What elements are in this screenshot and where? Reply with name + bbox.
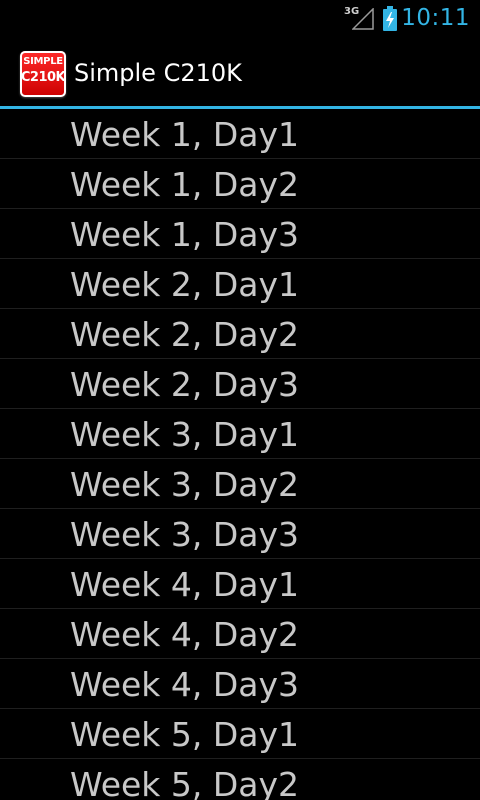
list-item-label: Week 2, Day1 — [70, 265, 300, 304]
list-item[interactable]: Week 4, Day1 — [0, 559, 480, 609]
list-item-label: Week 3, Day1 — [70, 415, 300, 454]
list-item-label: Week 4, Day1 — [70, 565, 300, 604]
list-item-label: Week 2, Day2 — [70, 315, 300, 354]
list-item[interactable]: Week 3, Day3 — [0, 509, 480, 559]
list-item-label: Week 5, Day2 — [70, 765, 300, 800]
list-item-label: Week 2, Day3 — [70, 365, 300, 404]
workout-list: Week 1, Day1 Week 1, Day2 Week 1, Day3 W… — [0, 109, 480, 800]
app-logo-icon[interactable]: SIMPLE C210K — [20, 51, 66, 97]
list-item[interactable]: Week 2, Day3 — [0, 359, 480, 409]
list-item[interactable]: Week 3, Day2 — [0, 459, 480, 509]
battery-charging-icon — [383, 6, 397, 31]
app-logo-line2: C210K — [20, 70, 66, 85]
list-item[interactable]: Week 2, Day1 — [0, 259, 480, 309]
status-bar: 3G 10:11 — [0, 0, 480, 38]
clock: 10:11 — [401, 5, 470, 31]
list-item-label: Week 5, Day1 — [70, 715, 300, 754]
list-item-label: Week 4, Day3 — [70, 665, 300, 704]
action-bar: SIMPLE C210K Simple C210K — [0, 38, 480, 106]
list-item[interactable]: Week 4, Day2 — [0, 609, 480, 659]
list-item[interactable]: Week 4, Day3 — [0, 659, 480, 709]
list-item-label: Week 1, Day2 — [70, 165, 300, 204]
app-title: Simple C210K — [74, 59, 242, 87]
list-item-label: Week 1, Day1 — [70, 115, 300, 154]
list-item[interactable]: Week 2, Day2 — [0, 309, 480, 359]
list-item-label: Week 3, Day3 — [70, 515, 300, 554]
list-item[interactable]: Week 5, Day1 — [0, 709, 480, 759]
app-logo-line1: SIMPLE — [23, 56, 63, 67]
screen: 3G 10:11 SIMPLE C210K Simple C210K Week … — [0, 0, 480, 800]
list-item[interactable]: Week 1, Day3 — [0, 209, 480, 259]
list-item[interactable]: Week 1, Day1 — [0, 109, 480, 159]
list-item-label: Week 3, Day2 — [70, 465, 300, 504]
list-item-label: Week 4, Day2 — [70, 615, 300, 654]
list-item[interactable]: Week 1, Day2 — [0, 159, 480, 209]
list-item[interactable]: Week 5, Day2 — [0, 759, 480, 800]
list-item[interactable]: Week 3, Day1 — [0, 409, 480, 459]
signal-icon — [352, 8, 374, 30]
list-item-label: Week 1, Day3 — [70, 215, 300, 254]
